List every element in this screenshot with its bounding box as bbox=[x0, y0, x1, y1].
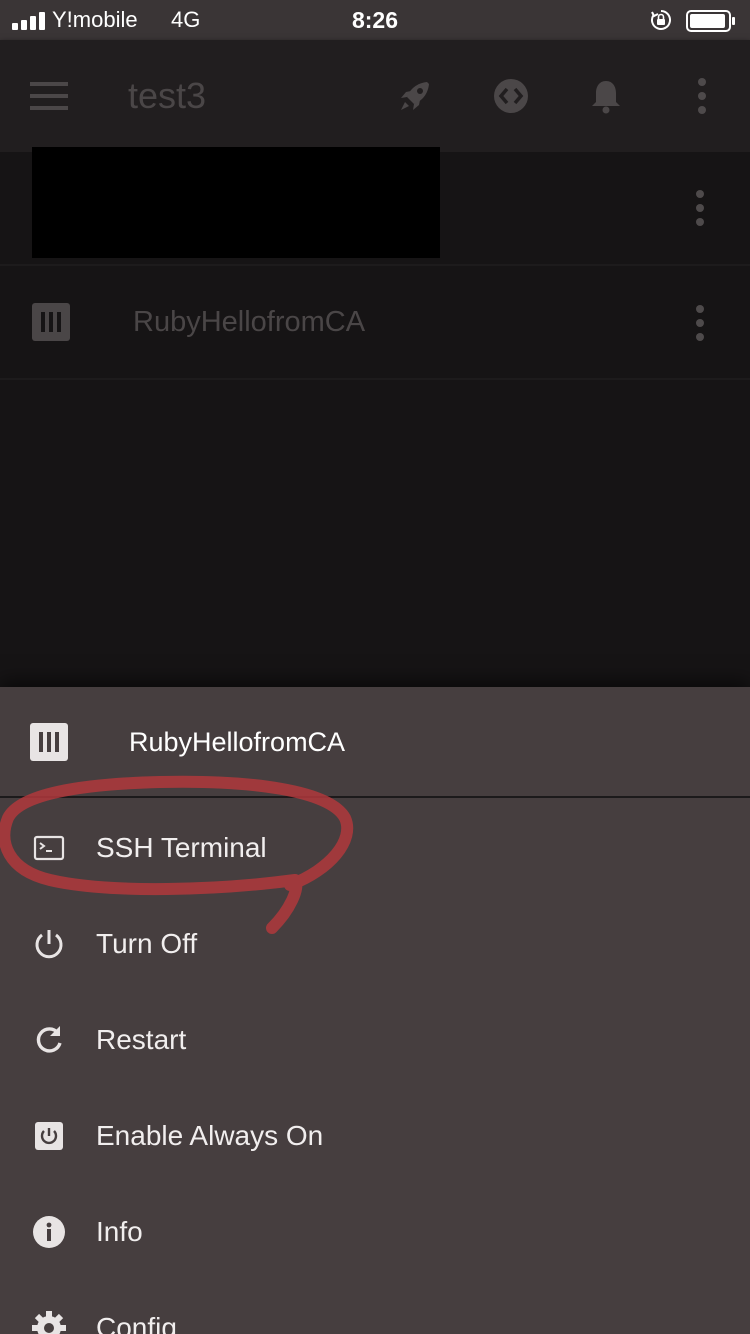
info-icon bbox=[33, 1216, 65, 1248]
menu-item-label: Config bbox=[96, 1312, 177, 1334]
ssh-terminal-menu-item[interactable]: SSH Terminal bbox=[0, 800, 750, 896]
action-sheet: RubyHellofromCA SSH Terminal Turn Off Re… bbox=[0, 687, 750, 1334]
turn-off-menu-item[interactable]: Turn Off bbox=[0, 896, 750, 992]
network-type: 4G bbox=[171, 7, 201, 32]
enable-always-on-menu-item[interactable]: Enable Always On bbox=[0, 1088, 750, 1184]
terminal-icon bbox=[33, 835, 65, 861]
notification-bell-icon[interactable] bbox=[586, 76, 626, 116]
app-bar: test3 bbox=[0, 40, 750, 152]
menu-item-label: Turn Off bbox=[96, 928, 198, 959]
rocket-icon[interactable] bbox=[395, 76, 435, 116]
list-item-label: RubyHellofromCA bbox=[133, 306, 366, 338]
carrier-name: Y!mobile bbox=[52, 7, 138, 32]
overflow-menu-icon[interactable] bbox=[697, 78, 707, 114]
menu-item-label: SSH Terminal bbox=[96, 832, 267, 863]
page-title: test3 bbox=[128, 75, 207, 116]
redacted-block bbox=[32, 147, 440, 258]
screen: Y!mobile 4G 8:26 test3 RubyHellofromCA R… bbox=[0, 0, 750, 1334]
always-on-icon bbox=[35, 1122, 63, 1150]
menu-item-label: Restart bbox=[96, 1024, 187, 1055]
config-menu-item[interactable]: Config bbox=[0, 1280, 750, 1334]
restart-menu-item[interactable]: Restart bbox=[0, 992, 750, 1088]
row-overflow-menu-icon[interactable] bbox=[695, 190, 705, 226]
sheet-header: RubyHellofromCA bbox=[0, 687, 750, 798]
list-item[interactable] bbox=[0, 266, 750, 380]
code-icon[interactable] bbox=[491, 76, 531, 116]
signal-strength-icon bbox=[12, 12, 46, 30]
app-icon bbox=[30, 723, 68, 761]
orientation-lock-icon bbox=[651, 10, 671, 30]
info-menu-item[interactable]: Info bbox=[0, 1184, 750, 1280]
battery-icon bbox=[686, 10, 735, 32]
power-icon bbox=[35, 930, 63, 959]
row-overflow-menu-icon[interactable] bbox=[695, 305, 705, 341]
hamburger-menu-icon[interactable] bbox=[30, 82, 68, 110]
menu-item-label: Info bbox=[96, 1216, 143, 1247]
status-bar: Y!mobile 4G 8:26 bbox=[0, 0, 750, 40]
gear-icon bbox=[32, 1311, 66, 1334]
restart-icon bbox=[36, 1026, 62, 1053]
sheet-title: RubyHellofromCA bbox=[129, 727, 346, 757]
menu-item-label: Enable Always On bbox=[96, 1120, 324, 1151]
app-icon bbox=[32, 303, 70, 341]
